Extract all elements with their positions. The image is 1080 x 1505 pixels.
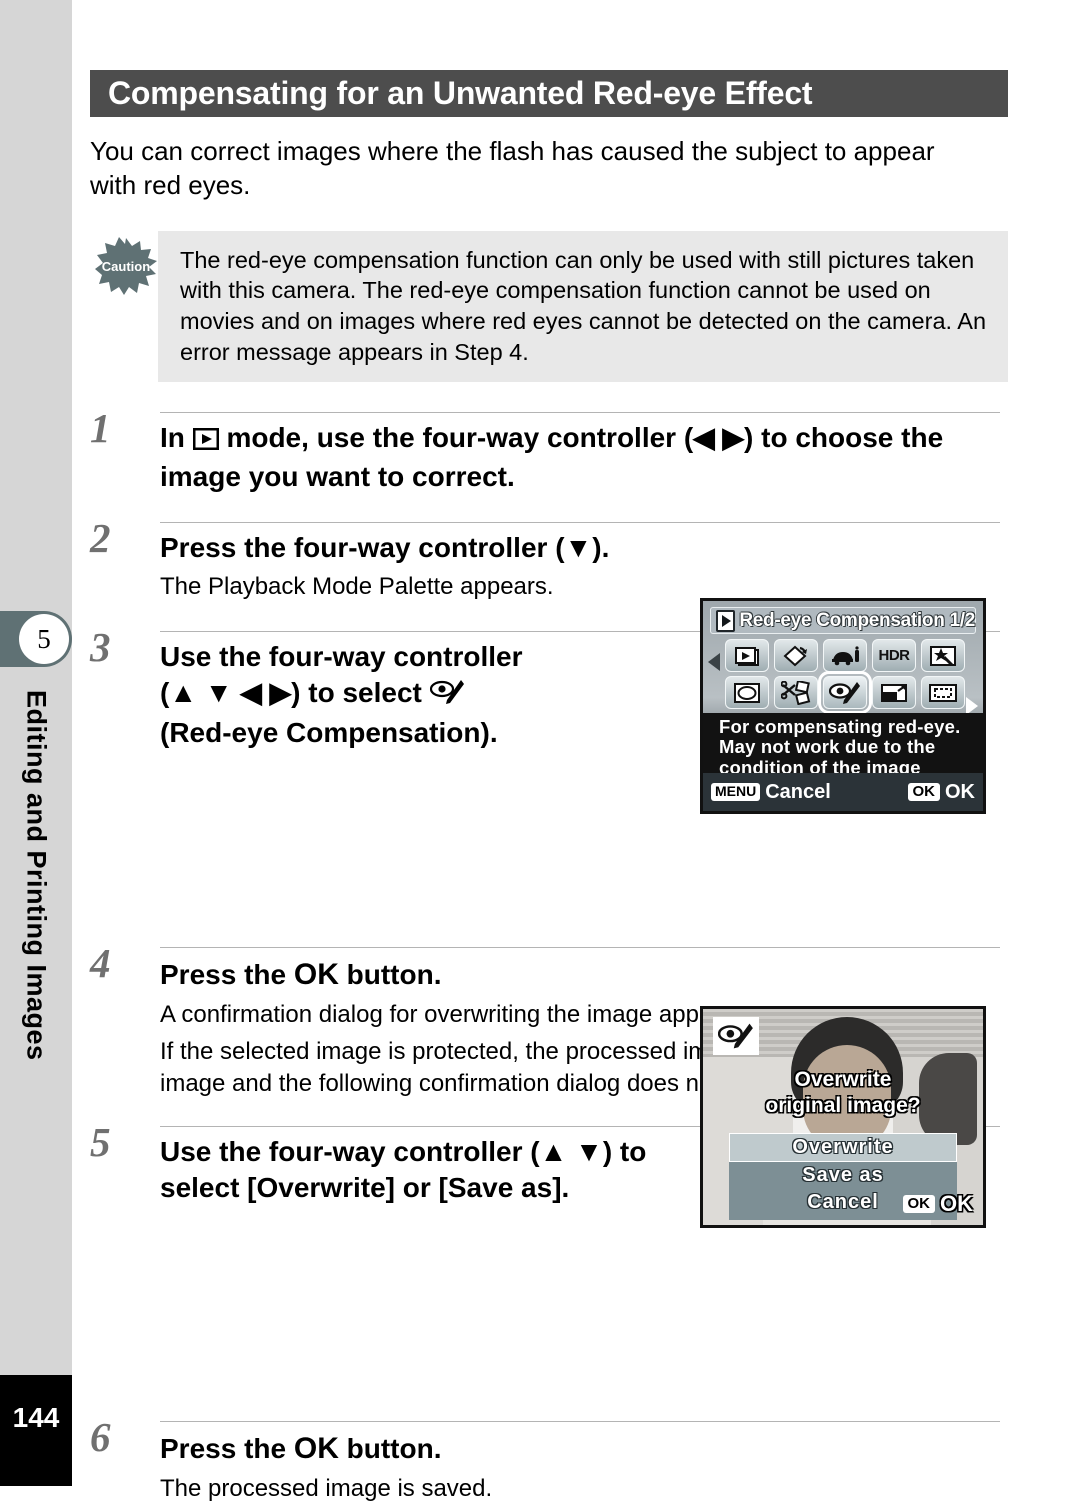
- step-divider: [160, 521, 1000, 523]
- sidebar: 5 Editing and Printing Images 144: [0, 0, 72, 1486]
- lcd-footer-bar: MENU Cancel OK OK: [703, 773, 983, 811]
- step-4-title: Press the OK button.: [160, 955, 1008, 994]
- step-1-title-after: mode, use the four-way controller (◀ ▶) …: [160, 421, 944, 493]
- step-number: 2: [90, 514, 111, 561]
- step-number: 3: [90, 623, 111, 670]
- step-divider: [160, 411, 1000, 413]
- step-divider: [160, 946, 1000, 948]
- palette-icon-row-2: [725, 671, 969, 714]
- slideshow-icon[interactable]: [725, 639, 769, 672]
- palette-icon-row-1: HDR: [725, 639, 969, 672]
- hdr-icon[interactable]: HDR: [872, 639, 916, 672]
- step-6: 6 Press the OK button. The processed ima…: [90, 1417, 1008, 1505]
- svg-text:Caution: Caution: [102, 259, 150, 274]
- step-3-title-line-a: Use the four-way controller: [160, 640, 523, 672]
- ok-button-key: OK: [293, 1432, 339, 1466]
- step-3-title-line-c: (Red-eye Compensation).: [160, 716, 498, 748]
- step-3-title: Use the four-way controller (▲ ▼ ◀ ▶) to…: [160, 639, 680, 751]
- step-1-title: In mode, use the four-way controller (◀ …: [160, 420, 1005, 496]
- step-1: 1 In mode, use the four-way controller (…: [90, 407, 1008, 496]
- step-4-title-before: Press the: [160, 958, 287, 990]
- caution-icon: Caution: [95, 236, 157, 295]
- lcd-help-line-1: For compensating red-eye.: [719, 716, 961, 737]
- overwrite-question-line-1: Overwrite: [794, 1068, 892, 1091]
- palette-icon-grid: HDR: [725, 639, 969, 714]
- step-6-title-after: button.: [346, 1433, 442, 1465]
- page-number: 144: [0, 1375, 72, 1486]
- step-6-desc: The processed image is saved.: [160, 1475, 493, 1503]
- playback-mode-icon: [716, 609, 736, 632]
- page-title-text: Compensating for an Unwanted Red-eye Eff…: [108, 75, 813, 111]
- chapter-tab: 5: [0, 611, 72, 667]
- ok-button-key: OK: [293, 957, 339, 991]
- frame-composite-icon[interactable]: [725, 676, 769, 709]
- lcd-title-bar: Red-eye Compensation 1/2: [710, 607, 976, 634]
- step-number: 5: [90, 1118, 111, 1165]
- step-1-title-before: In: [160, 421, 185, 453]
- red-eye-compensation-icon[interactable]: [818, 671, 872, 714]
- lcd-help-message: For compensating red-eye. May not work d…: [703, 713, 983, 778]
- step-number: 4: [90, 939, 111, 986]
- overwrite-ok-footer: OK OK: [902, 1191, 973, 1217]
- lcd-help-line-2: May not work due to the: [719, 736, 936, 758]
- digital-filter-icon[interactable]: [921, 639, 965, 672]
- caution-text: The red-eye compensation function can on…: [180, 246, 987, 365]
- image-rotation-icon[interactable]: [774, 639, 818, 672]
- option-save-as[interactable]: Save as: [729, 1162, 957, 1189]
- lcd-screenshot-palette: Red-eye Compensation 1/2 HDR For compens…: [700, 598, 986, 814]
- step-2: 2 Press the four-way controller (▼). The…: [90, 517, 1008, 603]
- ok-key-badge[interactable]: OK: [907, 782, 940, 802]
- cancel-label: Cancel: [765, 780, 831, 803]
- step-5-title: Use the four-way controller (▲ ▼) to sel…: [160, 1135, 647, 1204]
- ink-rubbing-filter-icon[interactable]: [823, 639, 867, 672]
- collage-icon[interactable]: [774, 676, 818, 709]
- ok-label: OK: [945, 780, 975, 803]
- lcd-screenshot-overwrite: Overwrite original image? Overwrite Save…: [700, 1006, 986, 1228]
- step-4-title-after: button.: [346, 958, 442, 990]
- step-6-title: Press the OK button.: [160, 1429, 1008, 1468]
- hdr-label: HDR: [878, 647, 911, 664]
- step-3-title-line-b: (▲ ▼ ◀ ▶) to select: [160, 677, 422, 709]
- option-overwrite[interactable]: Overwrite: [729, 1133, 957, 1162]
- ok-key-badge[interactable]: OK: [902, 1194, 935, 1214]
- arrow-left-icon: [708, 653, 720, 671]
- intro-paragraph: You can correct images where the flash h…: [90, 136, 935, 200]
- lcd-title-text: Red-eye Compensation 1/2: [739, 609, 975, 631]
- menu-key-badge[interactable]: MENU: [711, 783, 761, 801]
- ok-label: OK: [940, 1191, 973, 1216]
- overwrite-question: Overwrite original image?: [703, 1067, 983, 1118]
- chapter-title-text: Editing and Printing Images: [21, 690, 52, 1061]
- resize-icon[interactable]: [872, 676, 916, 709]
- red-eye-compensation-icon: [429, 678, 464, 714]
- caution-box: Caution The red-eye compensation functio…: [95, 230, 1008, 382]
- cropping-icon[interactable]: [921, 676, 965, 709]
- page-title: Compensating for an Unwanted Red-eye Eff…: [90, 70, 1008, 117]
- chapter-title: Editing and Printing Images: [0, 690, 72, 1330]
- red-eye-compensation-icon: [713, 1017, 759, 1055]
- step-2-title: Press the four-way controller (▼).: [160, 531, 610, 563]
- step-6-title-before: Press the: [160, 1433, 287, 1465]
- chapter-number: 5: [19, 614, 69, 664]
- step-number: 1: [90, 404, 111, 451]
- overwrite-question-line-2: original image?: [765, 1093, 921, 1117]
- step-number: 6: [90, 1414, 111, 1461]
- playback-mode-icon: [192, 423, 220, 459]
- step-divider: [160, 1421, 1000, 1423]
